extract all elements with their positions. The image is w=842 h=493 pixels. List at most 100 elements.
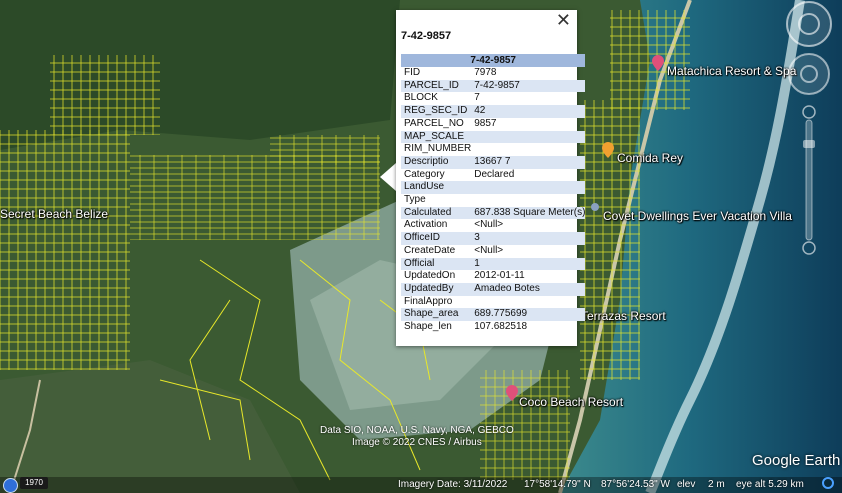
- streaming-status-icon: [822, 477, 834, 489]
- credits-line-2: Image © 2022 CNES / Airbus: [352, 437, 482, 448]
- zoom-out-icon[interactable]: [802, 241, 816, 255]
- attribute-row: UpdatedOn 2012-01-11: [401, 270, 585, 283]
- attribute-value: 2012-01-11: [474, 270, 525, 282]
- look-joystick[interactable]: [786, 1, 832, 47]
- attribute-value: 1: [471, 257, 586, 271]
- attribute-row: CreateDate <Null>: [401, 245, 585, 258]
- attribute-key: FinalAppro: [404, 295, 453, 307]
- attribute-row: REG_SEC_ID 42: [401, 105, 586, 118]
- imagery-date: Imagery Date: 3/11/2022: [398, 479, 508, 490]
- attribute-key: FID: [404, 67, 421, 78]
- parcel-grid: [0, 130, 130, 370]
- place-pin[interactable]: [652, 55, 664, 71]
- place-pin-icon: [506, 385, 518, 401]
- attribute-value: 3: [471, 232, 586, 245]
- navigation-controls: [786, 1, 832, 255]
- attribute-row: Calculated 687.838 Square Meter(s): [401, 206, 586, 220]
- attribute-value: 687.838 Square Meter(s): [471, 206, 586, 220]
- attribute-key: LandUse: [401, 181, 472, 195]
- attribute-value: 7-42-9857: [471, 79, 586, 93]
- attribute-value: [471, 143, 585, 156]
- place-pin[interactable]: [602, 142, 614, 158]
- move-joystick[interactable]: [788, 53, 830, 95]
- place-pin[interactable]: [590, 202, 600, 212]
- attribute-value: 9857: [474, 117, 497, 129]
- popup-title: 7-42-9857: [401, 30, 452, 42]
- attribute-row: Type: [401, 194, 585, 207]
- attribute-row: Descriptio 13667 7: [401, 155, 586, 169]
- attribute-key: Official: [401, 257, 472, 271]
- attribute-key: Activation: [404, 219, 448, 231]
- attribute-value: Amadeo Botes: [471, 282, 586, 296]
- attribute-row: RIM_NUMBER: [401, 143, 585, 156]
- attribute-key: Shape_len: [404, 321, 452, 333]
- attribute-row: LandUse: [401, 181, 586, 195]
- attribute-key: UpdatedBy: [401, 282, 472, 296]
- historical-imagery-year[interactable]: 1970: [20, 477, 48, 489]
- parcel-grid: [610, 10, 690, 110]
- attribute-row: UpdatedBy Amadeo Botes: [401, 282, 586, 296]
- attribute-value: 7: [474, 92, 480, 104]
- attribute-row: BLOCK 7: [401, 92, 585, 105]
- attribute-row: Shape_len 107.682518: [401, 321, 585, 334]
- credits-line-1: Data SIO, NOAA, U.S. Navy, NGA, GEBCO: [320, 425, 514, 436]
- latitude-readout: 17°58'14.79" N: [524, 479, 591, 490]
- parcel-grid: [270, 135, 380, 165]
- longitude-readout: 87°56'24.53" W: [601, 479, 670, 490]
- attribute-row: Activation <Null>: [401, 219, 585, 232]
- attribute-value: [471, 296, 585, 309]
- attribute-value: [471, 130, 586, 144]
- attribute-value: Declared: [474, 168, 515, 180]
- parcel-info-popup: ✕ 7-42-9857 7-42-9857 FID 7978 PARCEL_ID 7-…: [396, 10, 586, 346]
- parcel-grid: [50, 55, 160, 135]
- attribute-value: 107.682518: [474, 321, 528, 333]
- place-pin-icon: [652, 55, 664, 71]
- place-pin[interactable]: [506, 385, 518, 401]
- place-label-comida-rey[interactable]: Comida Rey: [617, 151, 683, 165]
- attribute-key: Shape_area: [401, 308, 472, 322]
- attribute-row: Shape_area 689.775699: [401, 308, 586, 322]
- attribute-value: [471, 194, 585, 207]
- attribute-key: Type: [404, 194, 426, 206]
- attribute-table-header: 7-42-9857: [401, 54, 586, 67]
- place-label-terrazas[interactable]: Terrazas Resort: [581, 309, 666, 323]
- attribute-value: <Null>: [474, 219, 504, 231]
- google-earth-logo: Google Earth: [752, 452, 841, 469]
- attribute-row: PARCEL_NO 9857: [401, 118, 585, 131]
- attribute-key: Descriptio: [401, 155, 472, 169]
- place-pin-icon: [591, 203, 599, 211]
- attribute-key: RIM_NUMBER: [404, 143, 472, 155]
- attribute-row: Official 1: [401, 257, 586, 271]
- attribute-key: Category: [404, 168, 445, 180]
- attribute-row: PARCEL_ID 7-42-9857: [401, 79, 586, 93]
- parcel-grid: [130, 155, 380, 240]
- place-label-coco-beach[interactable]: Coco Beach Resort: [519, 395, 623, 409]
- attribute-key: Calculated: [401, 206, 472, 220]
- place-label-secret-beach[interactable]: Secret Beach Belize: [0, 207, 108, 221]
- eye-altitude: eye alt 5.29 km: [736, 479, 804, 490]
- attribute-row: OfficeID 3: [401, 232, 586, 245]
- attribute-value: 42: [471, 105, 586, 118]
- attribute-key: BLOCK: [404, 92, 438, 104]
- place-pin-icon: [602, 142, 614, 158]
- attribute-row: Category Declared: [401, 169, 585, 182]
- attribute-value: 689.775699: [471, 308, 586, 322]
- zoom-in-icon[interactable]: [802, 105, 816, 119]
- place-label-matachica[interactable]: Matachica Resort & Spa: [667, 64, 796, 78]
- attribute-key: PARCEL_ID: [401, 79, 472, 93]
- globe-icon[interactable]: [3, 478, 18, 493]
- attribute-value: 7978: [474, 67, 497, 78]
- imagery-credits: Data SIO, NOAA, U.S. Navy, NGA, GEBCO Im…: [320, 425, 514, 449]
- attribute-table: 7-42-9857 FID 7978 PARCEL_ID 7-42-9857 BLOCK…: [401, 54, 586, 334]
- attribute-key: OfficeID: [401, 232, 472, 245]
- attribute-key: REG_SEC_ID: [401, 105, 472, 118]
- attribute-key: CreateDate: [404, 244, 456, 256]
- close-icon[interactable]: ✕: [556, 11, 571, 29]
- attribute-row: FinalAppro: [401, 296, 585, 309]
- place-label-covet-dwellings[interactable]: Covet Dwellings Ever Vacation Villa: [603, 209, 792, 223]
- zoom-slider-handle[interactable]: [803, 140, 815, 148]
- attribute-key: UpdatedOn: [404, 270, 456, 282]
- zoom-slider-track[interactable]: [805, 119, 813, 241]
- attribute-value: [471, 181, 586, 195]
- attribute-value: 13667 7: [471, 155, 586, 169]
